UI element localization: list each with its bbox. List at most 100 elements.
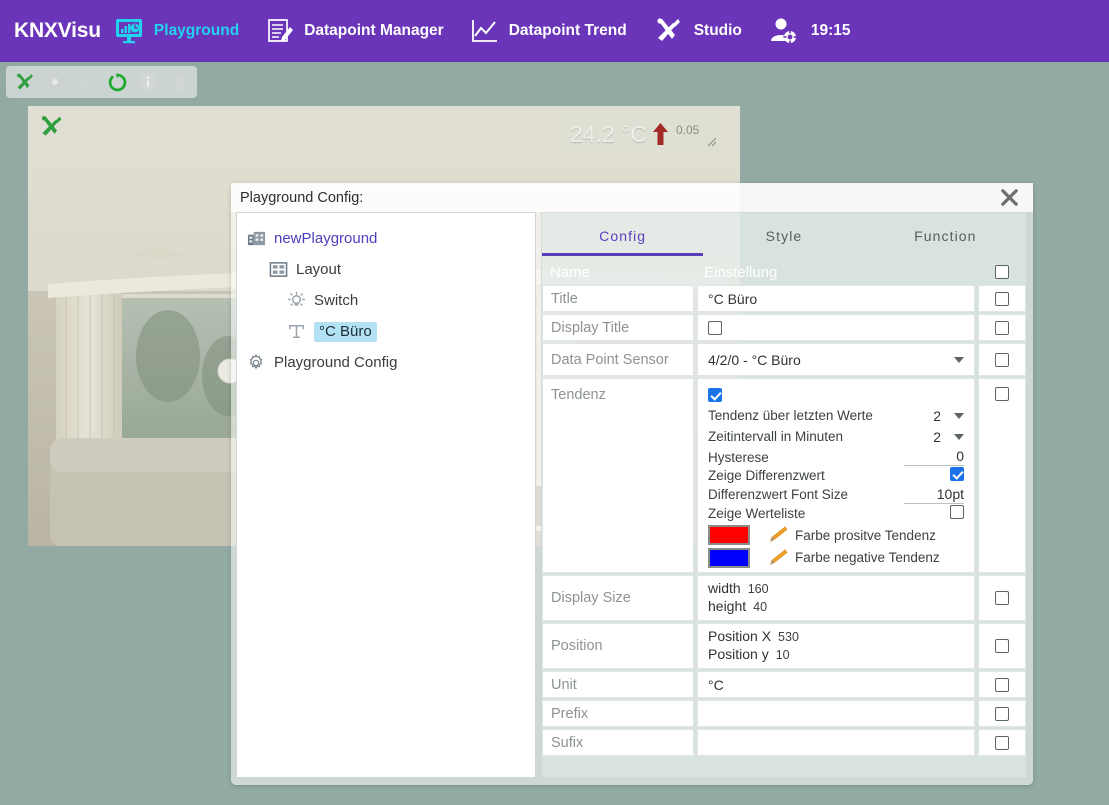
position-y-row: Position y 10 bbox=[708, 646, 964, 664]
sub-label: Differenzwert Font Size bbox=[708, 487, 849, 503]
sufix-input[interactable] bbox=[697, 729, 975, 756]
zeige-differenzwert-checkbox-cell bbox=[904, 467, 964, 484]
row-checkbox[interactable] bbox=[995, 677, 1009, 692]
dialog-body: newPlayground Layout Switch °C Büro Play… bbox=[231, 212, 1033, 785]
display-size-width-value[interactable]: 160 bbox=[748, 582, 769, 596]
kv-key: height bbox=[708, 598, 747, 614]
row-checkbox[interactable] bbox=[995, 387, 1009, 401]
kv-key: width bbox=[708, 580, 741, 596]
title-input[interactable]: °C Büro bbox=[697, 285, 975, 312]
tendenz-enabled-checkbox[interactable] bbox=[708, 388, 722, 403]
info-icon[interactable] bbox=[137, 71, 159, 93]
gear-icon[interactable] bbox=[44, 71, 66, 93]
table-row: Position Position X 530 Position y 10 bbox=[542, 623, 1026, 669]
row-checkbox[interactable] bbox=[995, 591, 1009, 605]
chevron-down-icon[interactable] bbox=[954, 412, 964, 419]
app-brand: KNXVisu bbox=[14, 19, 101, 42]
tab-style[interactable]: Style bbox=[703, 213, 864, 259]
table-row: Prefix bbox=[542, 700, 1026, 727]
tab-function[interactable]: Function bbox=[865, 213, 1026, 259]
kv-key: Position y bbox=[708, 646, 769, 662]
nav-label-datapoint-manager: Datapoint Manager bbox=[304, 22, 444, 39]
refresh-icon[interactable] bbox=[106, 71, 128, 93]
display-title-checkbox[interactable] bbox=[708, 320, 722, 335]
tree-item-playground-config[interactable]: Playground Config bbox=[245, 347, 527, 378]
dialog-title: Playground Config: bbox=[240, 189, 364, 206]
canvas-tools-icon[interactable] bbox=[38, 114, 64, 145]
close-icon[interactable] bbox=[996, 183, 1022, 211]
pencil-icon[interactable] bbox=[766, 549, 788, 567]
nav-item-user[interactable]: 19:15 bbox=[768, 16, 851, 46]
playground-config-dialog: Playground Config: newPlayground Layout … bbox=[231, 183, 1033, 785]
tools-icon[interactable] bbox=[13, 71, 35, 93]
pencil-icon[interactable] bbox=[766, 526, 788, 544]
tree-item-newplayground[interactable]: newPlayground bbox=[245, 223, 527, 254]
dialog-titlebar: Playground Config: bbox=[231, 183, 1033, 212]
prefix-input[interactable] bbox=[697, 700, 975, 727]
row-checkbox[interactable] bbox=[995, 639, 1009, 653]
tendenz-settings-group: Tendenz über letzten Werte 2 Zeitinterva… bbox=[697, 378, 975, 573]
tab-config[interactable]: Config bbox=[542, 213, 704, 259]
sub-label: Zeige Differenzwert bbox=[708, 468, 825, 484]
resize-handle[interactable] bbox=[704, 134, 717, 152]
chevron-down-icon[interactable] bbox=[954, 356, 964, 363]
nav-item-datapoint-manager[interactable]: Datapoint Manager bbox=[265, 17, 444, 45]
sub-label: Tendenz über letzten Werte bbox=[708, 408, 873, 424]
positive-trend-color-swatch[interactable] bbox=[708, 525, 750, 546]
negative-trend-color-swatch[interactable] bbox=[708, 547, 750, 568]
tendenz-interval-value[interactable]: 2 bbox=[907, 429, 941, 445]
sub-label: Hysterese bbox=[708, 449, 769, 465]
display-size-width-row: width 160 bbox=[708, 580, 964, 598]
row-checkbox[interactable] bbox=[995, 352, 1009, 367]
row-checkbox[interactable] bbox=[995, 706, 1009, 721]
row-checkbox-cell bbox=[978, 729, 1026, 756]
tree-item-switch[interactable]: Switch bbox=[245, 285, 527, 316]
zeige-werteliste-checkbox[interactable] bbox=[950, 505, 964, 519]
temperature-difference: 0.05 bbox=[675, 122, 700, 137]
tab-strip: Config Style Function bbox=[542, 213, 1026, 259]
line-chart-icon bbox=[470, 17, 500, 45]
row-label: Title bbox=[542, 285, 694, 312]
table-row: Data Point Sensor 4/2/0 - °C Büro bbox=[542, 343, 1026, 376]
row-checkbox[interactable] bbox=[995, 735, 1009, 750]
chevron-down-icon[interactable] bbox=[954, 433, 964, 440]
tree-item-celsius-buero[interactable]: °C Büro bbox=[245, 316, 527, 347]
negative-trend-color-label: Farbe negative Tendenz bbox=[795, 550, 940, 566]
tree-item-layout[interactable]: Layout bbox=[245, 254, 527, 285]
column-header-setting: Einstellung bbox=[704, 263, 778, 281]
datapoint-sensor-value: 4/2/0 - °C Büro bbox=[708, 351, 801, 368]
select-all-checkbox[interactable] bbox=[995, 265, 1009, 279]
nav-item-datapoint-trend[interactable]: Datapoint Trend bbox=[470, 17, 627, 45]
position-x-row: Position X 530 bbox=[708, 628, 964, 646]
table-row: Display Title bbox=[542, 314, 1026, 341]
document-edit-icon bbox=[265, 17, 295, 45]
position-x-value[interactable]: 530 bbox=[778, 630, 799, 644]
datapoint-sensor-select[interactable]: 4/2/0 - °C Büro bbox=[697, 343, 975, 376]
move-arrows-icon[interactable] bbox=[75, 71, 97, 93]
nav-item-studio[interactable]: Studio bbox=[653, 16, 742, 46]
trash-icon[interactable] bbox=[168, 71, 190, 93]
row-checkbox[interactable] bbox=[995, 291, 1009, 306]
table-row: Sufix bbox=[542, 729, 1026, 756]
position-y-value[interactable]: 10 bbox=[776, 648, 790, 662]
zeige-werteliste-checkbox-cell bbox=[904, 505, 964, 522]
positive-trend-color-row: Farbe prositve Tendenz bbox=[708, 525, 964, 546]
display-size-height-value[interactable]: 40 bbox=[753, 600, 767, 614]
temperature-widget[interactable]: 24.2 °C 0.05 bbox=[560, 114, 720, 154]
row-checkbox-cell bbox=[978, 623, 1026, 669]
layout-grid-icon bbox=[267, 260, 289, 279]
row-checkbox[interactable] bbox=[995, 320, 1009, 335]
nav-item-playground[interactable]: Playground bbox=[115, 18, 239, 44]
unit-input[interactable]: °C bbox=[697, 671, 975, 698]
nav-label-studio: Studio bbox=[693, 22, 742, 39]
nav-label-datapoint-trend: Datapoint Trend bbox=[508, 22, 627, 39]
tendenz-last-values-value[interactable]: 2 bbox=[907, 408, 941, 424]
zeige-differenzwert-checkbox[interactable] bbox=[950, 467, 964, 482]
row-label: Data Point Sensor bbox=[542, 343, 694, 376]
display-size-group: width 160 height 40 bbox=[697, 575, 975, 621]
hysterese-input[interactable]: 0 bbox=[904, 448, 964, 467]
differenzwert-fontsize-input[interactable]: 10pt bbox=[904, 486, 964, 504]
row-checkbox-cell bbox=[978, 700, 1026, 727]
zeige-werteliste-row: Zeige Werteliste bbox=[708, 504, 964, 523]
edit-toolbar bbox=[6, 66, 197, 98]
